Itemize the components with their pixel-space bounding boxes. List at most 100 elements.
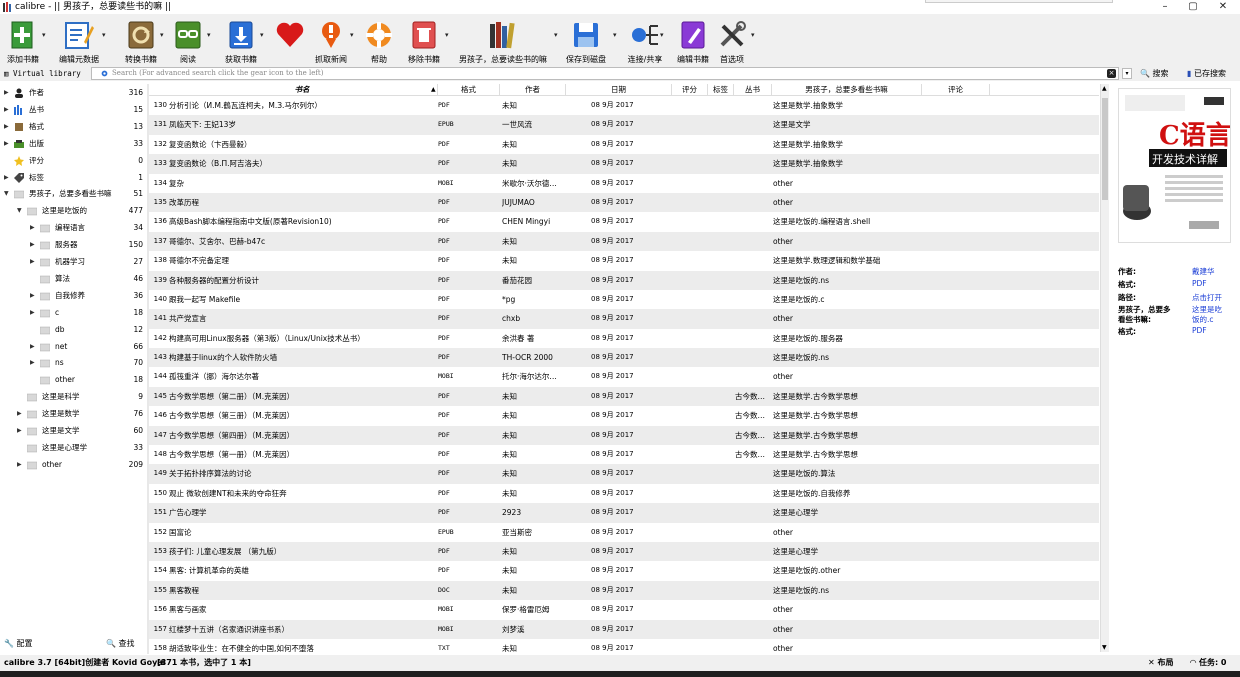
- save-to-disk-button[interactable]: ▾ 保存到磁盘: [566, 17, 617, 64]
- add-books-button[interactable]: ▾ 添加书籍: [6, 17, 46, 64]
- save-to-disk-dropdown-icon[interactable]: ▾: [613, 31, 617, 39]
- detail-collection-link-2[interactable]: 饭的.c: [1192, 314, 1214, 325]
- edit-metadata-dropdown-icon[interactable]: ▾: [102, 31, 106, 39]
- sidebar-item[interactable]: ▶ ns: [30, 355, 144, 371]
- clear-search-icon[interactable]: ×: [1107, 69, 1116, 78]
- table-row[interactable]: 135 改革历程 PDF JUJUMAO 08 9月 2017 other: [149, 192, 1099, 213]
- sidebar-item[interactable]: ▶ 这里是数学: [17, 406, 144, 422]
- column-author[interactable]: 作者: [500, 84, 566, 96]
- connect-share-button[interactable]: ▾ 连接/共享: [628, 17, 664, 64]
- table-row[interactable]: 138 哥德尔不完备定理 PDF 未知 08 9月 2017 这里是数学.数理逻辑和数学基…: [149, 251, 1099, 270]
- column-title[interactable]: 书名: [167, 84, 438, 96]
- expand-arrow-icon[interactable]: ▶: [4, 136, 9, 152]
- scroll-up-icon[interactable]: ▲: [1102, 85, 1107, 92]
- column-date[interactable]: 日期: [566, 84, 672, 96]
- expand-arrow-icon[interactable]: ▶: [4, 102, 9, 118]
- remove-books-button[interactable]: ▾ 移除书籍: [408, 17, 449, 64]
- view-button[interactable]: ▾ 阅读: [173, 17, 211, 64]
- table-row[interactable]: 146 古今数学思想（第三册）（M.克莱因） PDF 未知 08 9月 2017 古今数……: [149, 406, 1099, 425]
- sidebar-item[interactable]: ▼ 男孩子，总要多看些书嘛: [4, 186, 144, 202]
- detail-format2-link[interactable]: PDF: [1192, 326, 1207, 335]
- get-books-button[interactable]: ▾ 获取书籍: [225, 17, 264, 64]
- column-tags[interactable]: 标签: [708, 84, 734, 96]
- column-rating[interactable]: 评分: [672, 84, 708, 96]
- table-row[interactable]: 143 构建基于linux的个人软件防火墙 PDF TH-OCR 2000 08 9月 …: [149, 348, 1099, 368]
- sidebar-item[interactable]: ▼ 这里是吃饭的: [17, 203, 144, 219]
- expand-arrow-icon[interactable]: ▶: [4, 85, 9, 101]
- table-row[interactable]: 145 古今数学思想（第二册）（M.克莱因） PDF 未知 08 9月 2017 古今数……: [149, 386, 1099, 407]
- library-dropdown-icon[interactable]: ▾: [554, 31, 558, 39]
- collapse-arrow-icon[interactable]: ▼: [4, 186, 9, 202]
- add-books-dropdown-icon[interactable]: ▾: [42, 31, 46, 39]
- expand-arrow-icon[interactable]: ▶: [30, 237, 35, 253]
- table-row[interactable]: 140 跟我一起写 Makefile PDF *pg 08 9月 2017 这里是吃饭的.…: [149, 290, 1099, 309]
- edit-book-button[interactable]: 编辑书籍: [677, 17, 709, 64]
- table-row[interactable]: 158 胡适致毕业生：在不健全的中国,如何不堕落 TXT 未知 08 9月 2017 ot…: [149, 639, 1099, 652]
- search-input[interactable]: Search (For advanced search click the ge…: [91, 67, 1119, 80]
- sidebar-item[interactable]: ▶ 作者: [4, 85, 144, 101]
- expand-arrow-icon[interactable]: ▶: [30, 305, 35, 321]
- expand-arrow-icon[interactable]: ▶: [30, 355, 35, 371]
- table-row[interactable]: 155 黑客教程 DOC 未知 08 9月 2017 这里是吃饭的.ns: [149, 580, 1099, 601]
- configure-button[interactable]: 🔧 配置: [4, 638, 33, 649]
- layout-button[interactable]: ✕ 布局: [1148, 655, 1174, 671]
- table-row[interactable]: 151 广告心理学 PDF 2923 08 9月 2017 这里是心理学: [149, 503, 1099, 523]
- convert-books-button[interactable]: ▾ 转换书籍: [124, 17, 164, 64]
- table-row[interactable]: 131 凤临天下: 王妃13岁 EPUB 一世风流 08 9月 2017 这里是文学: [149, 115, 1099, 135]
- sidebar-item[interactable]: ▶ net: [30, 339, 144, 355]
- sidebar-item[interactable]: ▶ 丛书: [4, 102, 144, 118]
- detail-format-link[interactable]: PDF: [1192, 279, 1207, 288]
- table-row[interactable]: 134 复杂 MOBI 米歇尔·沃尔德… 08 9月 2017 other: [149, 174, 1099, 193]
- table-row[interactable]: 137 哥德尔、艾舍尔、巴赫-b47c PDF 未知 08 9月 2017 other: [149, 231, 1099, 252]
- scroll-down-icon[interactable]: ▼: [1102, 644, 1107, 651]
- sidebar-item[interactable]: ▶ 编程语言: [30, 220, 144, 236]
- table-row[interactable]: 139 各种服务器的配置分析设计 PDF 番茄花园 08 9月 2017 这里是吃饭的.n…: [149, 270, 1099, 290]
- sidebar-item[interactable]: ▶ 机器学习: [30, 254, 144, 270]
- table-row[interactable]: 150 观止 微软创建NT和未来的夺命狂奔 PDF 未知 08 9月 2017 这里是吃饭…: [149, 484, 1099, 503]
- sidebar-item[interactable]: ▶ c: [30, 305, 144, 321]
- table-row[interactable]: 136 高级Bash脚本编程指南中文版(原著Revision10) PDF CHEN …: [149, 212, 1099, 231]
- fetch-news-button[interactable]: ▾ 抓取新闻: [315, 17, 354, 64]
- table-row[interactable]: 153 孩子们: 儿童心理发展 （第九版） PDF 未知 08 9月 2017 这里是心理…: [149, 541, 1099, 562]
- column-collection[interactable]: 男孩子，总要多看些书嘛: [772, 84, 922, 96]
- search-button[interactable]: 🔍 搜索: [1140, 68, 1169, 79]
- table-row[interactable]: 147 古今数学思想（第四册）（M.克莱因） PDF 未知 08 9月 2017 古今数……: [149, 425, 1099, 446]
- table-row[interactable]: 157 红楼梦十五讲（名家通识讲座书系） MOBI 刘梦溪 08 9月 2017 othe…: [149, 619, 1099, 639]
- expand-arrow-icon[interactable]: ▶: [4, 119, 9, 135]
- expand-arrow-icon[interactable]: ▶: [17, 423, 22, 439]
- sidebar-item[interactable]: ▶ other: [17, 457, 144, 473]
- fetch-news-dropdown-icon[interactable]: ▾: [350, 31, 354, 39]
- detail-path-link[interactable]: 点击打开: [1192, 292, 1222, 303]
- minimize-button[interactable]: –: [1152, 0, 1178, 14]
- table-row[interactable]: 154 黑客: 计算机革命的英雄 PDF 未知 08 9月 2017 这里是吃饭的.oth…: [149, 561, 1099, 580]
- virtual-library-button[interactable]: ▥ Virtual library: [4, 68, 81, 80]
- preferences-dropdown-icon[interactable]: ▾: [751, 31, 755, 39]
- edit-metadata-button[interactable]: ▾ 编辑元数据: [59, 17, 106, 64]
- table-row[interactable]: 132 复变函数论（卞西曼毅） PDF 未知 08 9月 2017 这里是数学.抽象数学: [149, 135, 1099, 154]
- search-history-dropdown[interactable]: ▾: [1122, 68, 1132, 79]
- table-row[interactable]: 152 国富论 EPUB 亚当斯密 08 9月 2017 other: [149, 523, 1099, 542]
- convert-books-dropdown-icon[interactable]: ▾: [160, 31, 164, 39]
- sidebar-item[interactable]: other: [30, 372, 144, 388]
- table-row[interactable]: 156 黑客与画家 MOBI 保罗·格雷厄姆 08 9月 2017 other: [149, 600, 1099, 619]
- sidebar-item[interactable]: 这里是科学: [17, 389, 144, 405]
- expand-arrow-icon[interactable]: ▶: [30, 254, 35, 270]
- jobs-button[interactable]: ◠ 任务: 0: [1190, 655, 1227, 671]
- book-cover[interactable]: C语言 开发技术详解: [1118, 88, 1232, 243]
- remove-books-dropdown-icon[interactable]: ▾: [445, 31, 449, 39]
- sidebar-item[interactable]: ▶ 自我修养: [30, 288, 144, 304]
- donate-heart-button[interactable]: [274, 17, 306, 63]
- view-dropdown-icon[interactable]: ▾: [207, 31, 211, 39]
- sidebar-item[interactable]: 这里是心理学: [17, 440, 144, 456]
- sidebar-item[interactable]: db: [30, 322, 144, 338]
- column-format[interactable]: 格式: [438, 84, 500, 96]
- sidebar-item[interactable]: ▶ 这里是文学: [17, 423, 144, 439]
- connect-share-dropdown-icon[interactable]: ▾: [660, 31, 664, 39]
- sidebar-item[interactable]: ▶ 标签: [4, 170, 144, 186]
- close-button[interactable]: ✕: [1210, 0, 1236, 14]
- library-button[interactable]: ▾ 男孩子，总要读些书的嘛: [459, 17, 558, 64]
- expand-arrow-icon[interactable]: ▶: [17, 457, 22, 473]
- column-comments[interactable]: 评论: [922, 84, 990, 96]
- help-button[interactable]: 帮助: [364, 17, 394, 64]
- get-books-dropdown-icon[interactable]: ▾: [260, 31, 264, 39]
